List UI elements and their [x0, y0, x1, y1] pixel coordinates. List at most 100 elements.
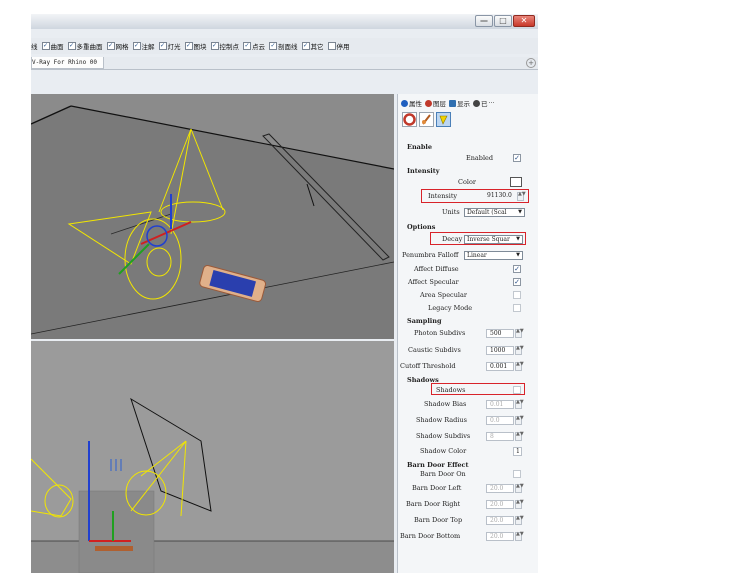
- object-props-button[interactable]: [402, 112, 417, 127]
- tab-display-label: 显示: [457, 100, 470, 108]
- enabled-row: Enabled ✓: [398, 153, 538, 164]
- cutoff-threshold-spinner[interactable]: ▲▼: [515, 362, 524, 371]
- checkbox[interactable]: ✓: [132, 42, 141, 50]
- photon-subdivs-spinner[interactable]: ▲▼: [515, 329, 524, 338]
- checkbox[interactable]: ✓: [301, 42, 310, 50]
- shadow-bias-input[interactable]: 0.01: [486, 400, 514, 409]
- filter-hatch-label: 剖面线: [278, 43, 298, 51]
- perspective-viewport[interactable]: [31, 94, 394, 339]
- shadow-radius-input[interactable]: 0.0: [486, 416, 514, 425]
- add-tab-icon[interactable]: +: [526, 58, 536, 68]
- barn-door-left-input[interactable]: 20.0: [486, 484, 514, 493]
- rhino-window: — □ ✕ 线 ✓ 曲面 ✓ 多重曲面 ✓ 网格 ✓ 注解 ✓ 灯光 ✓ 图块 ✓ 控制点 ✓…: [31, 14, 538, 573]
- light-props-button[interactable]: [436, 112, 451, 127]
- units-dropdown[interactable]: Default (Scal ▼: [464, 208, 525, 217]
- shadow-subdivs-input[interactable]: 8: [486, 432, 514, 441]
- checkbox[interactable]: ✓: [41, 42, 50, 50]
- maximize-icon: □: [499, 16, 507, 25]
- filter-surface[interactable]: ✓ 曲面: [41, 41, 64, 51]
- penumbra-value: Linear: [467, 252, 487, 259]
- material-icon: [422, 114, 431, 125]
- minimize-button[interactable]: —: [475, 15, 493, 27]
- shadow-color-swatch[interactable]: 1: [513, 447, 522, 456]
- legacy-mode-checkbox[interactable]: [513, 304, 521, 312]
- tab-more[interactable]: ···: [489, 99, 495, 107]
- light-icon: [439, 115, 448, 125]
- filter-light[interactable]: ✓ 灯光: [158, 41, 181, 51]
- shadow-radius-label: Shadow Radius: [416, 416, 467, 424]
- phone-object-top[interactable]: [95, 546, 133, 551]
- checkbox[interactable]: ✓: [158, 42, 167, 50]
- photon-subdivs-label: Photon Subdivs: [414, 329, 466, 337]
- shadow-color-row: Shadow Color 1: [398, 446, 538, 457]
- barn-door-right-input[interactable]: 20.0: [486, 500, 514, 509]
- chevron-down-icon: ▼: [516, 252, 520, 258]
- camera-icon: [473, 99, 480, 107]
- affect-specular-label: Affect Specular: [408, 278, 459, 286]
- checkbox[interactable]: ✓: [184, 42, 193, 50]
- checkbox[interactable]: ✓: [210, 42, 219, 50]
- filter-point-cloud-label: 点云: [252, 43, 265, 51]
- enable-section-title: Enable: [407, 143, 433, 151]
- checkbox[interactable]: ✓: [243, 42, 251, 50]
- tab-display[interactable]: 显示: [449, 98, 470, 108]
- shadow-bias-row: Shadow Bias 0.01 ▲▼: [398, 399, 538, 410]
- filter-control-point[interactable]: ✓ 控制点: [210, 41, 239, 51]
- barn-door-on-checkbox[interactable]: [513, 470, 521, 478]
- shadow-bias-spinner[interactable]: ▲▼: [515, 400, 524, 409]
- filter-curve[interactable]: 线: [31, 41, 38, 51]
- checkbox[interactable]: ✓: [106, 42, 115, 50]
- options-section-title: Options: [407, 223, 436, 231]
- penumbra-dropdown[interactable]: Linear ▼: [464, 251, 523, 260]
- penumbra-row: Penumbra Falloff Linear ▼: [398, 250, 538, 261]
- barn-door-top-spinner[interactable]: ▲▼: [515, 516, 524, 525]
- close-button[interactable]: ✕: [513, 15, 535, 27]
- area-specular-label: Area Specular: [420, 291, 467, 299]
- barn-door-bottom-spinner[interactable]: ▲▼: [515, 532, 524, 541]
- photon-subdivs-input[interactable]: 500: [486, 329, 514, 338]
- barn-door-on-label: Barn Door On: [420, 470, 466, 478]
- highlight-box: [430, 232, 526, 245]
- affect-diffuse-checkbox[interactable]: ✓: [513, 265, 521, 273]
- barn-door-right-spinner[interactable]: ▲▼: [515, 500, 524, 509]
- viewport-tab[interactable]: V-Ray For Rhino 00: [31, 57, 105, 69]
- area-specular-checkbox[interactable]: [513, 291, 521, 299]
- filter-hatch[interactable]: ✓ 剖面线: [269, 41, 298, 51]
- filter-annotation[interactable]: ✓ 注解: [132, 41, 155, 51]
- filter-mesh[interactable]: ✓ 网格: [106, 41, 129, 51]
- filter-polysurface-label: 多重曲面: [76, 43, 103, 51]
- filter-disabled[interactable]: 停用: [327, 41, 350, 51]
- enabled-checkbox[interactable]: ✓: [513, 154, 521, 162]
- barn-door-top-input[interactable]: 20.0: [486, 516, 514, 525]
- maximize-button[interactable]: □: [494, 15, 512, 27]
- barn-door-bottom-input[interactable]: 20.0: [486, 532, 514, 541]
- checkbox[interactable]: ✓: [67, 42, 76, 50]
- barn-door-left-spinner[interactable]: ▲▼: [515, 484, 524, 493]
- title-bar: — □ ✕: [31, 14, 538, 29]
- legacy-mode-label: Legacy Mode: [428, 304, 473, 312]
- filter-block[interactable]: ✓ 图块: [184, 41, 207, 51]
- filter-point-cloud[interactable]: ✓ 点云: [243, 41, 265, 51]
- material-props-button[interactable]: [419, 112, 434, 127]
- affect-specular-checkbox[interactable]: ✓: [513, 278, 521, 286]
- tab-properties-label: 属性: [409, 100, 422, 108]
- secondary-viewport[interactable]: [31, 341, 394, 573]
- affect-diffuse-label: Affect Diffuse: [414, 265, 459, 273]
- tab-named[interactable]: 已 ···: [473, 98, 495, 108]
- shadow-subdivs-label: Shadow Subdivs: [416, 432, 471, 440]
- tab-properties[interactable]: 属性: [401, 98, 422, 108]
- color-swatch[interactable]: [510, 177, 522, 187]
- barn-door-bottom-label: Barn Door Bottom: [400, 532, 461, 540]
- filter-other[interactable]: ✓ 其它: [301, 41, 324, 51]
- tab-layers[interactable]: 图层: [425, 98, 446, 108]
- caustic-subdivs-spinner[interactable]: ▲▼: [515, 346, 524, 355]
- checkbox[interactable]: ✓: [269, 42, 277, 50]
- checkbox[interactable]: [327, 42, 336, 50]
- shadow-subdivs-row: Shadow Subdivs 8 ▲▼: [398, 431, 538, 442]
- filter-polysurface[interactable]: ✓ 多重曲面: [67, 41, 103, 51]
- caustic-subdivs-input[interactable]: 1000: [486, 346, 514, 355]
- highlight-box: [431, 383, 525, 395]
- cutoff-threshold-input[interactable]: 0.001: [486, 362, 514, 371]
- shadow-radius-spinner[interactable]: ▲▼: [515, 416, 524, 425]
- shadow-subdivs-spinner[interactable]: ▲▼: [515, 432, 524, 441]
